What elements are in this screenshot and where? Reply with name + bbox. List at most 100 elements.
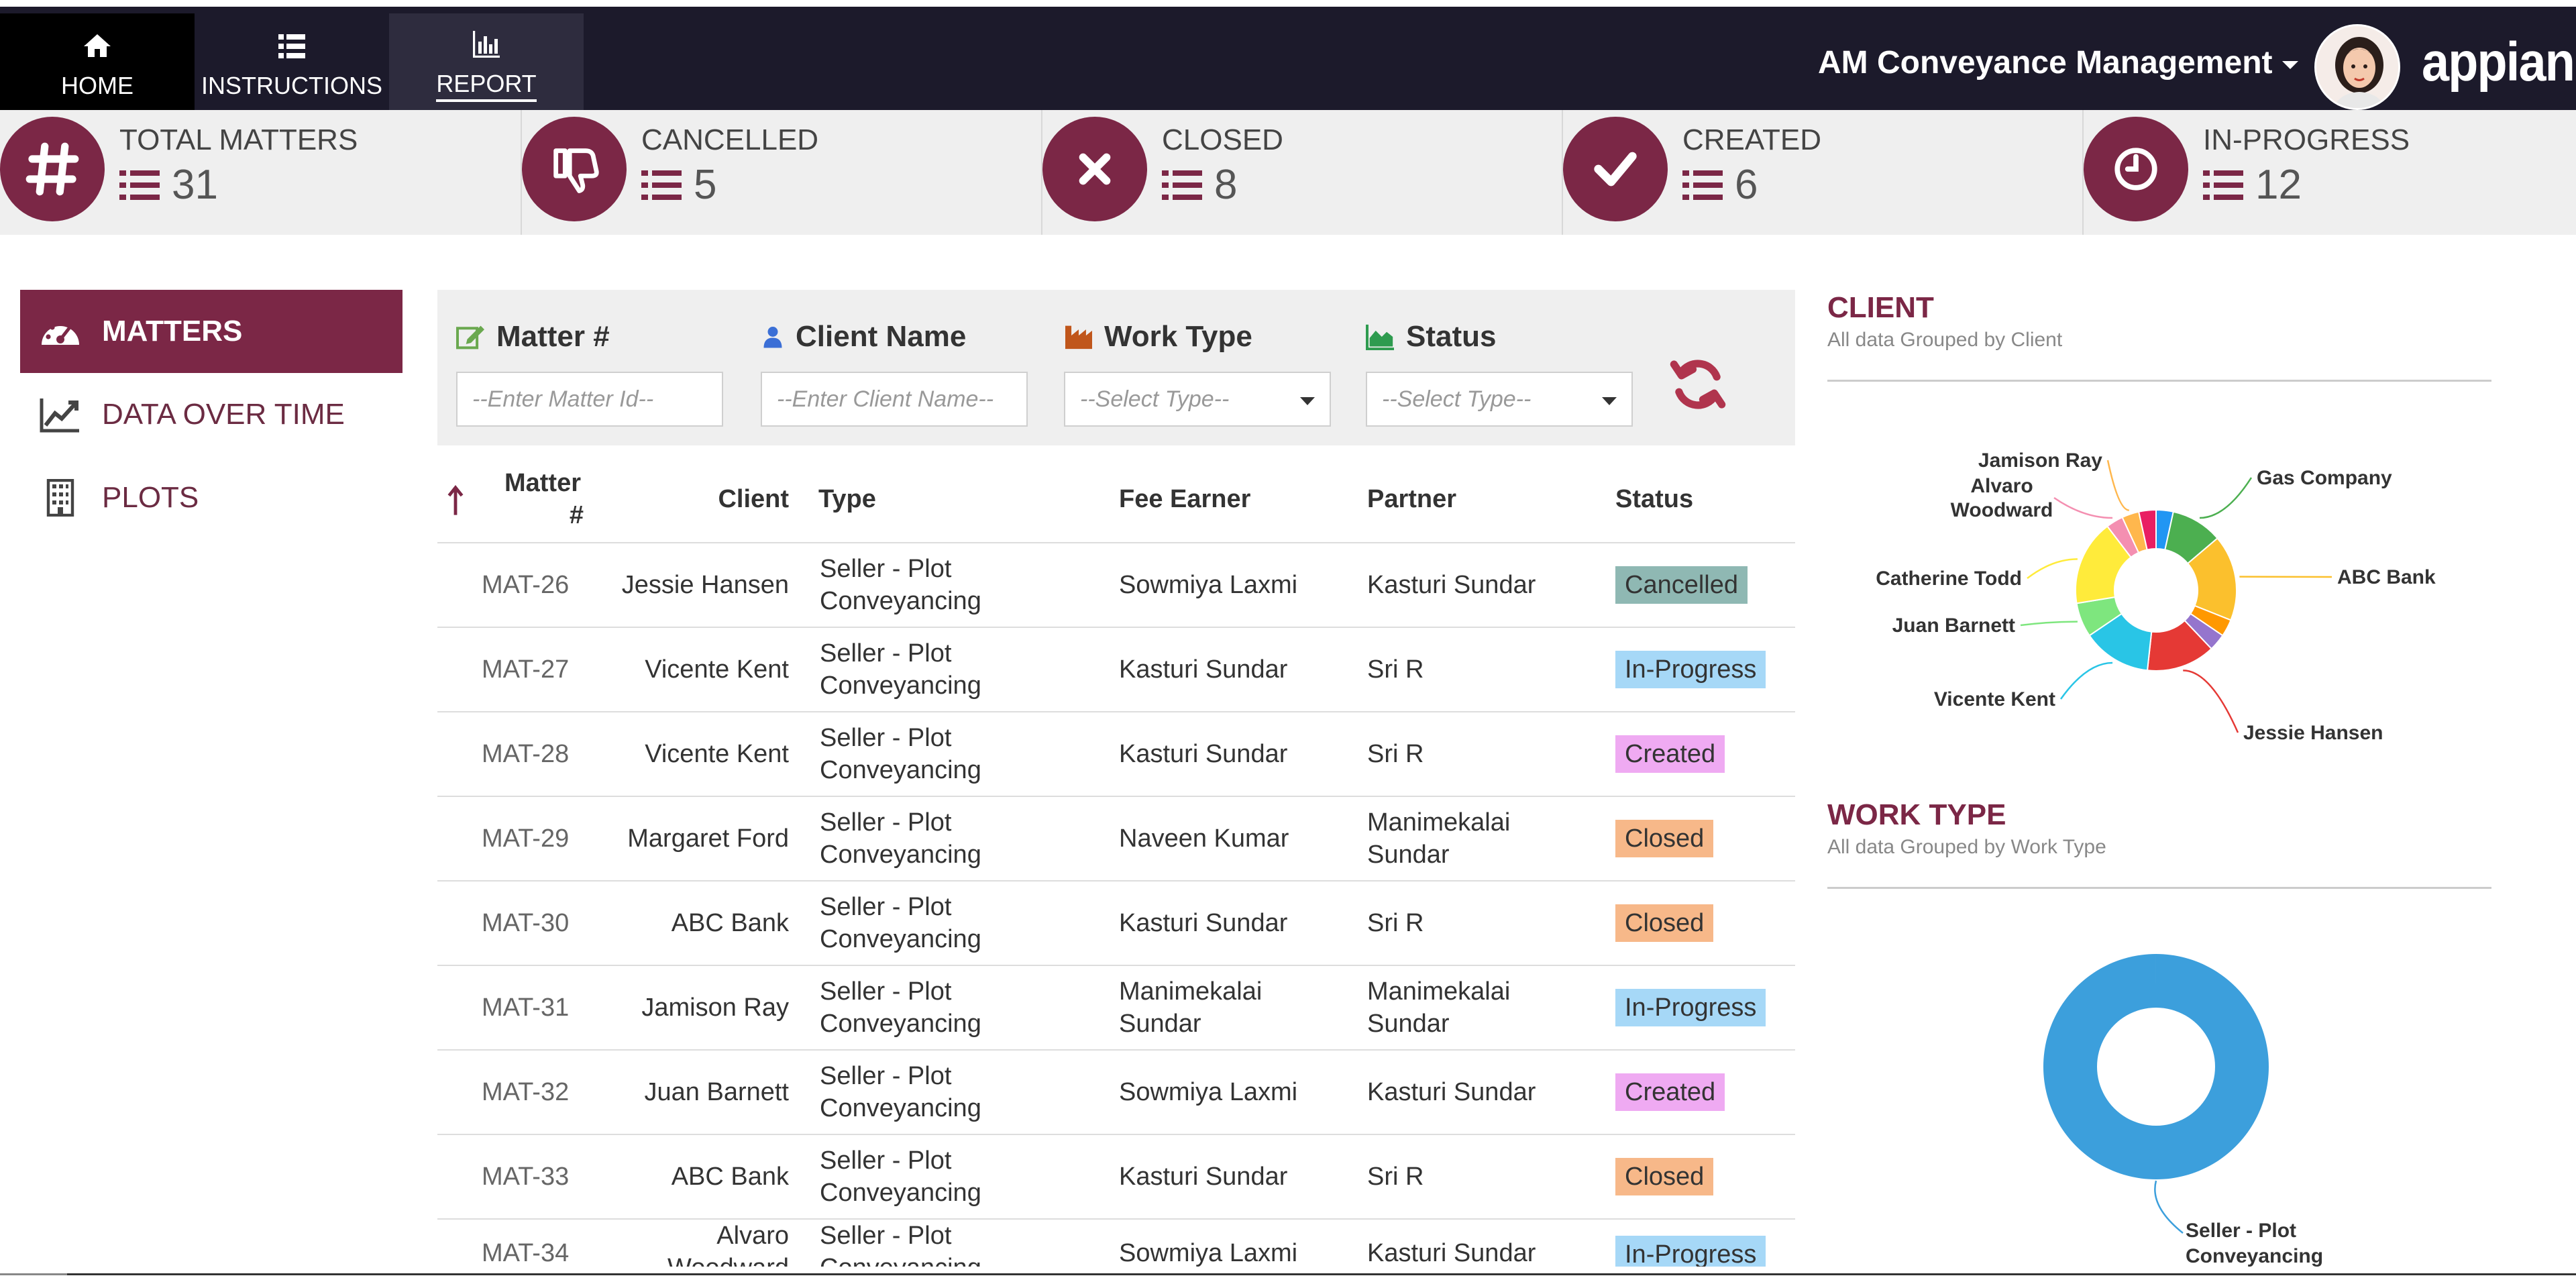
- table-row[interactable]: MAT-34 Alvaro Woodward Seller - Plot Con…: [437, 1220, 1795, 1267]
- kpi-value: 31: [119, 161, 218, 209]
- client-chart-title: CLIENT: [1827, 291, 1934, 324]
- partner-cell: Manimekalai Sundar: [1367, 808, 1511, 869]
- kpi-cancelled[interactable]: CANCELLED 5: [521, 110, 1041, 235]
- menu-item-plots[interactable]: PLOTS: [20, 456, 402, 539]
- fee-earner-cell: Kasturi Sundar: [1119, 740, 1288, 768]
- sort-ascending-icon[interactable]: [447, 484, 464, 517]
- list-icon: [2203, 170, 2243, 200]
- kpi-total-matters[interactable]: TOTAL MATTERS 31: [0, 110, 521, 235]
- work-type-chart-title: WORK TYPE: [1827, 798, 2006, 831]
- kpi-label: CLOSED: [1162, 123, 1283, 156]
- status-badge: Closed: [1615, 1158, 1714, 1195]
- matter-id-placeholder: --Enter Matter Id--: [472, 386, 654, 412]
- table-row[interactable]: MAT-28 Vicente Kent Seller - Plot Convey…: [437, 712, 1795, 797]
- matter-id-input[interactable]: --Enter Matter Id--: [456, 372, 723, 427]
- fee-earner-cell: Kasturi Sundar: [1119, 1163, 1288, 1191]
- client-cell: Margaret Ford: [627, 824, 789, 853]
- matter-id-link[interactable]: MAT-34: [482, 1237, 613, 1267]
- column-header-matter[interactable]: Matter #: [472, 467, 613, 531]
- kpi-closed[interactable]: CLOSED 8: [1041, 110, 1562, 235]
- status-badge: In-Progress: [1615, 989, 1766, 1026]
- fee-earner-cell: Sowmiya Laxmi: [1119, 571, 1298, 599]
- leader-line: [2053, 496, 2113, 519]
- matter-id-link[interactable]: MAT-32: [482, 1076, 613, 1108]
- tab-home[interactable]: HOME: [0, 13, 195, 117]
- matter-id-link[interactable]: MAT-27: [482, 653, 613, 686]
- type-cell: Seller - Plot Conveyancing: [820, 1146, 981, 1207]
- hash-icon: [0, 117, 105, 221]
- column-header-type[interactable]: Type: [818, 483, 1080, 515]
- kpi-label: TOTAL MATTERS: [119, 123, 358, 156]
- matter-id-link[interactable]: MAT-29: [482, 822, 613, 855]
- dropdown-caret-icon: [1300, 397, 1315, 405]
- check-icon: [1563, 117, 1668, 221]
- status-filter-label: Status: [1366, 317, 1633, 357]
- client-name-placeholder: --Enter Client Name--: [777, 386, 994, 412]
- app-switcher[interactable]: AM Conveyance Management: [1818, 44, 2298, 81]
- status-filter-text: Status: [1406, 320, 1497, 353]
- work-type-filter-text: Work Type: [1104, 320, 1252, 353]
- fee-earner-cell: Manimekalai Sundar: [1119, 977, 1263, 1038]
- work-type-chart-header: WORK TYPE All data Grouped by Work Type: [1827, 798, 2491, 889]
- menu-item-data-over-time[interactable]: DATA OVER TIME: [20, 373, 402, 456]
- matter-id-link[interactable]: MAT-33: [482, 1161, 613, 1193]
- type-cell: Seller - Plot Conveyancing: [820, 555, 981, 615]
- client-filter-text: Client Name: [796, 320, 967, 353]
- slice-label: Jessie Hansen: [2243, 722, 2383, 744]
- main-navigation: HOME INSTRUCTIONS REPORT: [0, 13, 584, 117]
- status-badge: Closed: [1615, 904, 1714, 942]
- kpi-label: IN-PROGRESS: [2203, 123, 2410, 156]
- client-name-input[interactable]: --Enter Client Name--: [761, 372, 1028, 427]
- menu-item-label: MATTERS: [102, 315, 243, 348]
- table-row[interactable]: MAT-26 Jessie Hansen Seller - Plot Conve…: [437, 543, 1795, 628]
- table-row[interactable]: MAT-29 Margaret Ford Seller - Plot Conve…: [437, 797, 1795, 882]
- kpi-label: CANCELLED: [641, 123, 819, 156]
- table-row[interactable]: MAT-30 ABC Bank Seller - Plot Conveyanci…: [437, 882, 1795, 966]
- area-chart-icon: [1366, 324, 1394, 350]
- column-header-fee-earner[interactable]: Fee Earner: [1119, 483, 1340, 515]
- table-row[interactable]: MAT-27 Vicente Kent Seller - Plot Convey…: [437, 628, 1795, 712]
- client-cell: ABC Bank: [671, 1163, 789, 1191]
- column-header-partner[interactable]: Partner: [1367, 483, 1589, 515]
- matter-id-link[interactable]: MAT-31: [482, 992, 613, 1024]
- column-header-status[interactable]: Status: [1615, 483, 1693, 515]
- type-cell: Seller - Plot Conveyancing: [820, 1222, 981, 1267]
- matter-id-link[interactable]: MAT-28: [482, 738, 613, 770]
- matter-filter-text: Matter #: [496, 320, 610, 353]
- leader-line: [2059, 661, 2113, 700]
- column-header-matter-line1: Matter: [504, 469, 582, 497]
- client-cell: Vicente Kent: [645, 740, 789, 768]
- matters-table: Matter # Client Type Fee Earner Partner …: [437, 456, 1795, 1267]
- matter-id-link[interactable]: MAT-26: [482, 569, 613, 601]
- table-row[interactable]: MAT-32 Juan Barnett Seller - Plot Convey…: [437, 1051, 1795, 1135]
- donut-slice[interactable]: [2043, 954, 2269, 1179]
- leader-line: [2183, 670, 2239, 733]
- slice-label: Vicente Kent: [1934, 688, 2055, 710]
- kpi-value: 8: [1162, 161, 1237, 209]
- matter-filter: Matter # --Enter Matter Id--: [456, 317, 723, 427]
- matter-id-link[interactable]: MAT-30: [482, 907, 613, 939]
- side-menu: MATTERS DATA OVER TIME PLOTS: [20, 290, 402, 539]
- kpi-value-text: 12: [2255, 162, 2302, 208]
- kpi-created[interactable]: CREATED 6: [1562, 110, 2082, 235]
- work-type-filter: Work Type --Select Type--: [1064, 317, 1331, 427]
- menu-item-matters[interactable]: MATTERS: [20, 290, 402, 373]
- dashboard-icon: [42, 321, 79, 345]
- client-cell: Alvaro Woodward: [667, 1222, 789, 1267]
- kpi-in-progress[interactable]: IN-PROGRESS 12: [2082, 110, 2576, 235]
- client-cell: ABC Bank: [671, 909, 789, 937]
- tab-instructions[interactable]: INSTRUCTIONS: [195, 13, 389, 117]
- menu-item-label: DATA OVER TIME: [102, 398, 345, 431]
- type-cell: Seller - Plot Conveyancing: [820, 639, 981, 700]
- bottom-scrollbar: [0, 1273, 2576, 1280]
- column-header-client[interactable]: Client: [619, 483, 789, 515]
- building-icon: [46, 479, 74, 517]
- appian-logo: appian: [2422, 32, 2575, 93]
- work-type-select[interactable]: --Select Type--: [1064, 372, 1331, 427]
- table-row[interactable]: MAT-31 Jamison Ray Seller - Plot Conveya…: [437, 966, 1795, 1051]
- refresh-icon[interactable]: [1668, 354, 1728, 415]
- tab-report[interactable]: REPORT: [389, 13, 584, 117]
- user-avatar[interactable]: [2314, 24, 2400, 110]
- status-select[interactable]: --Select Type--: [1366, 372, 1633, 427]
- table-row[interactable]: MAT-33 ABC Bank Seller - Plot Conveyanci…: [437, 1135, 1795, 1220]
